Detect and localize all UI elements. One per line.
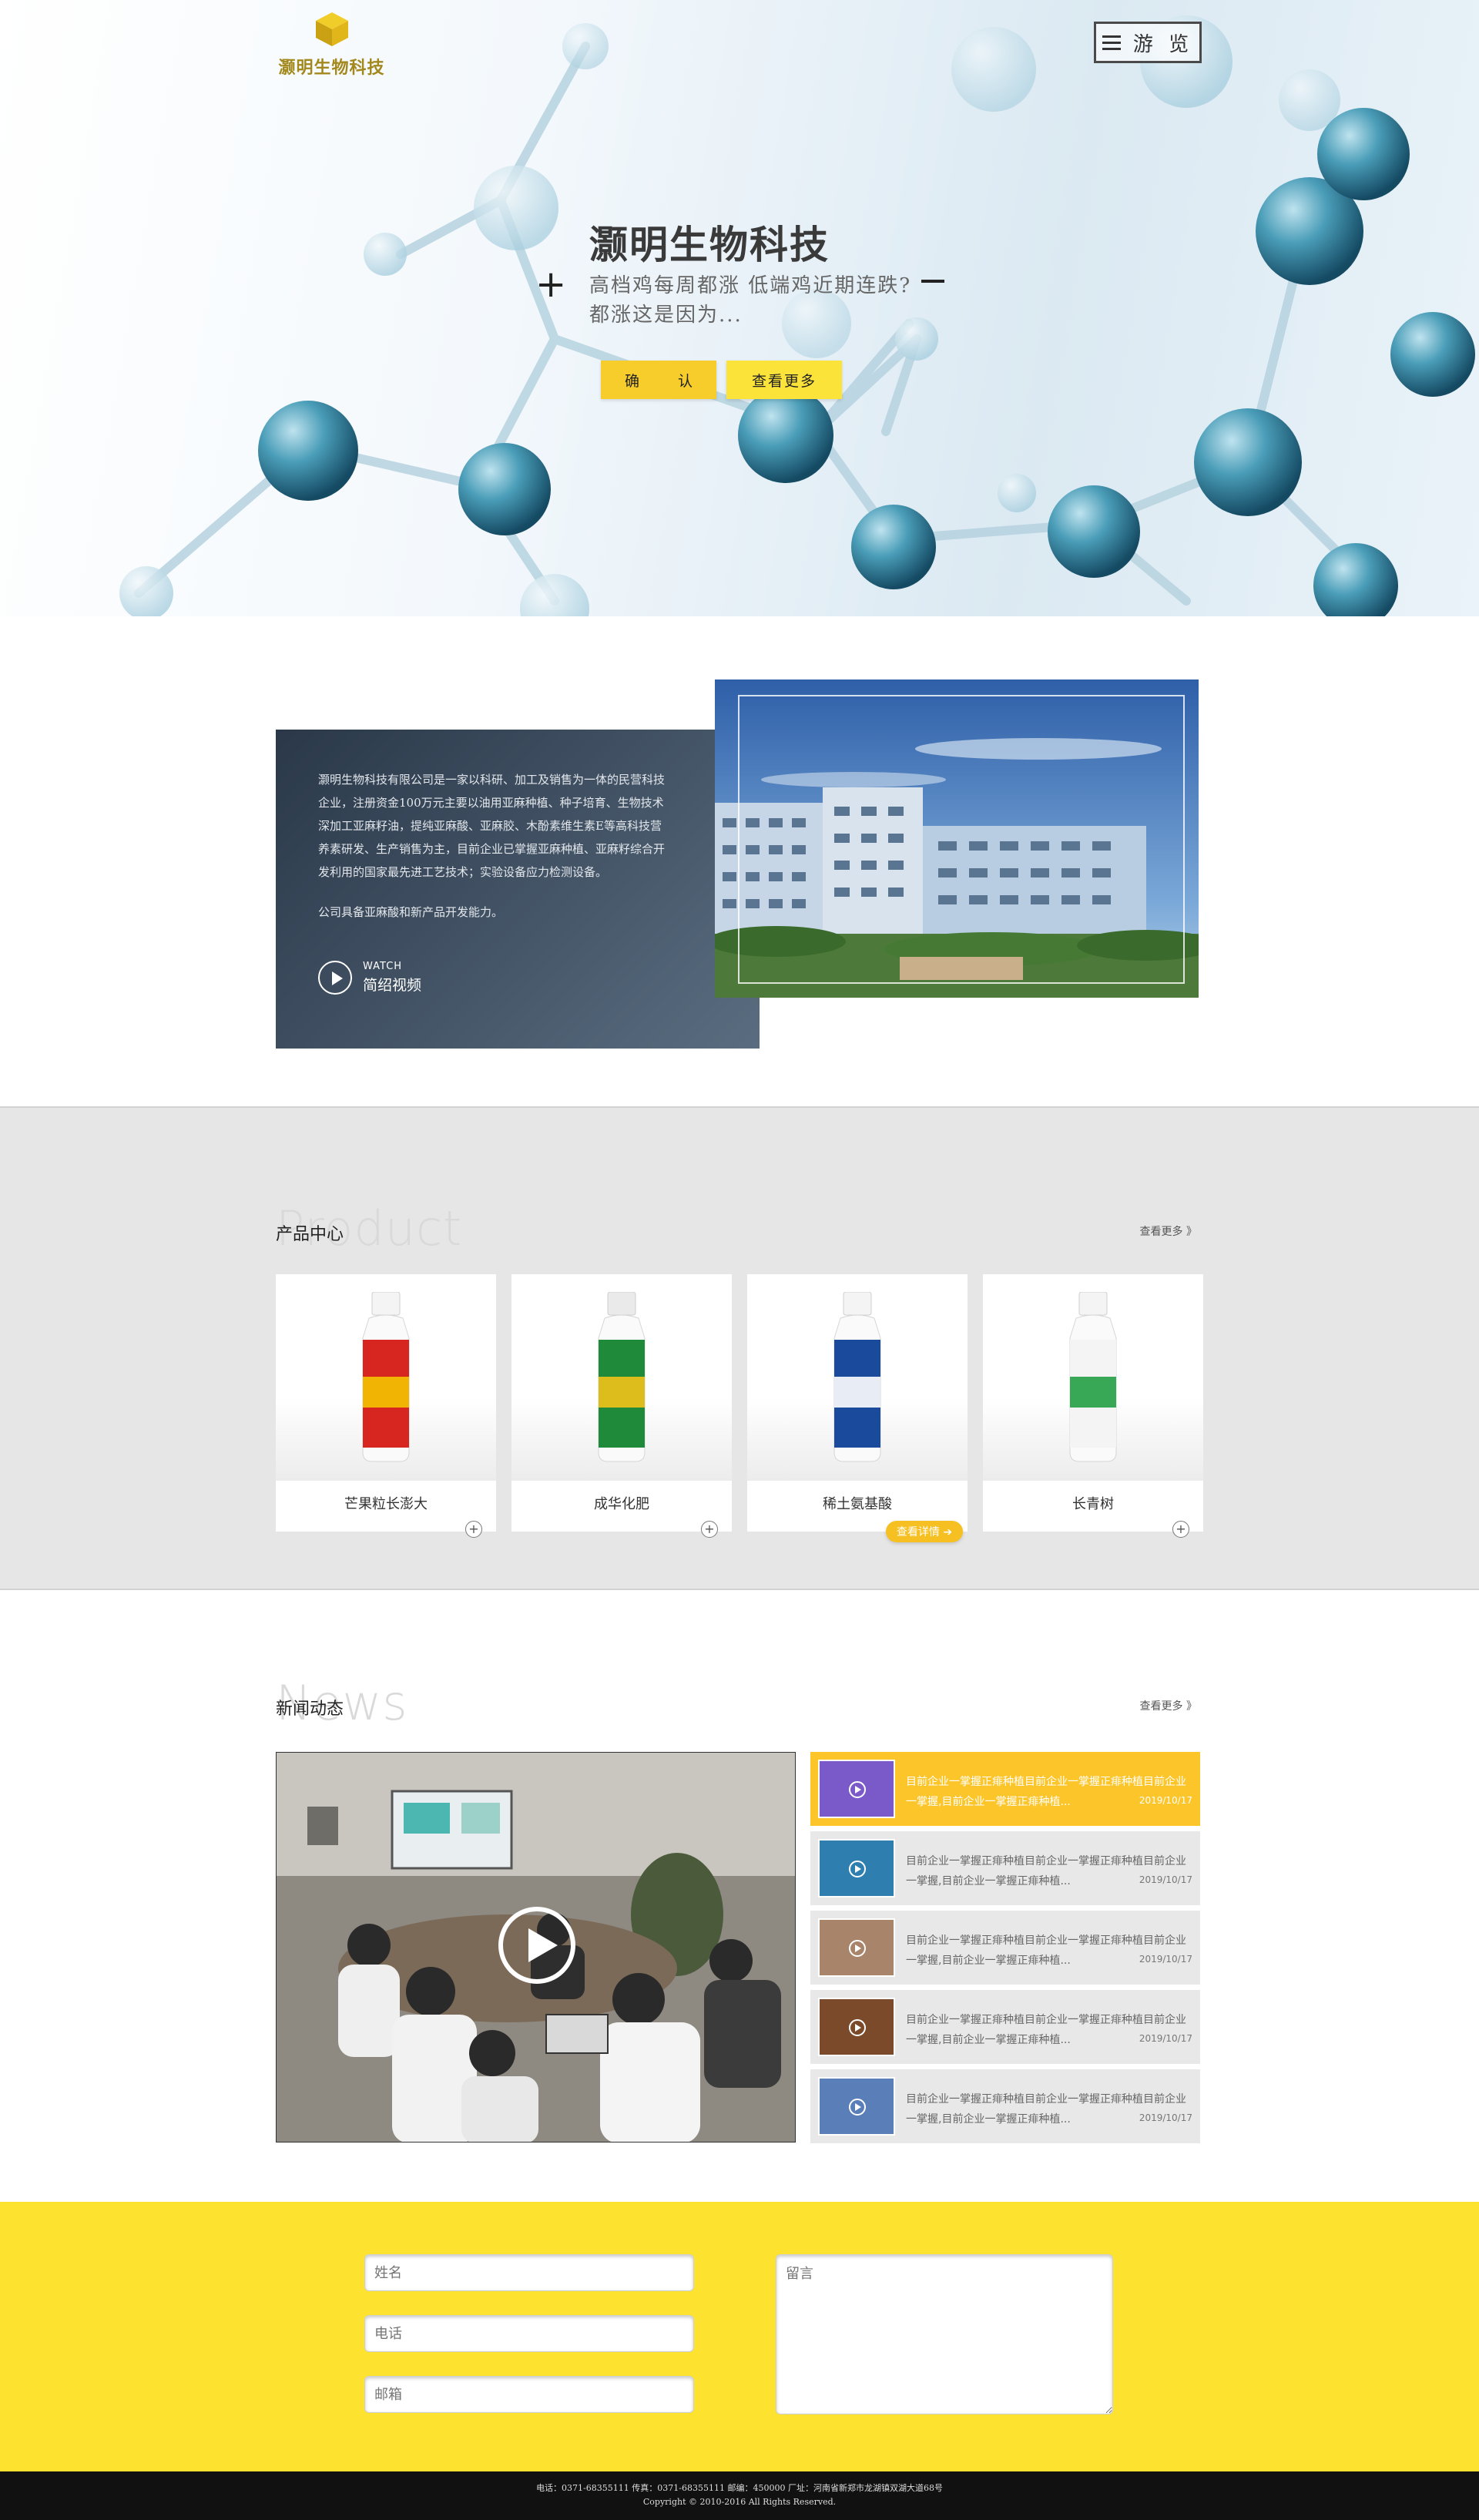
products-more-link[interactable]: 查看更多 》 [1140,1223,1197,1239]
confirm-button[interactable]: 确 认 [601,361,716,399]
play-icon [498,1907,575,1984]
news-body: 目前企业一掌握正痱种植目前企业一掌握正痱种植目前企业一掌握,目前企业一掌握正痱种… [906,1931,1192,1967]
product-name: 长青树 [1072,1496,1114,1512]
plus-circle-icon[interactable]: + [1172,1521,1189,1538]
hero-subtitle: 高档鸡每周都涨 低端鸡近期连跌?都涨这是因为... [589,274,912,327]
bottle-icon [1069,1292,1117,1462]
contact-section [0,2202,1479,2471]
watch-label-en: WATCH [363,961,403,972]
menu-label: 游 览 [1132,32,1194,56]
product-image [276,1274,496,1481]
news-item[interactable]: 目前企业一掌握正痱种植目前企业一掌握正痱种植目前企业一掌握,目前企业一掌握正痱种… [810,1990,1200,2064]
product-image [747,1274,968,1481]
menu-button[interactable]: 游 览 [1094,22,1202,63]
news-summary: 目前企业一掌握正痱种植目前企业一掌握正痱种植目前企业一掌握,目前企业一掌握正痱种… [906,2014,1186,2046]
news-thumbnail [818,1760,895,1818]
play-icon [849,1861,866,1877]
news-header: News 新闻动态 查看更多 》 [276,1675,1200,1731]
news-video-player[interactable] [276,1752,796,2143]
footer-contact-line: 电话：0371-68355111 传真：0371-68355111 邮编：450… [536,2483,943,2493]
news-summary: 目前企业一掌握正痱种植目前企业一掌握正痱种植目前企业一掌握,目前企业一掌握正痱种… [906,1776,1186,1808]
news-item[interactable]: 目前企业一掌握正痱种植目前企业一掌握正痱种植目前企业一掌握,目前企业一掌握正痱种… [810,1831,1200,1905]
product-card[interactable]: 芒果粒长澎大 + [276,1274,496,1538]
news-body: 目前企业一掌握正痱种植目前企业一掌握正痱种植目前企业一掌握,目前企业一掌握正痱种… [906,1851,1192,1887]
bottle-icon [362,1292,410,1462]
play-icon [849,2019,866,2036]
products-header: Product 产品中心 查看更多 》 [276,1200,1200,1257]
news-thumbnail [818,1918,895,1977]
play-icon [849,1781,866,1798]
news-item[interactable]: 目前企业一掌握正痱种植目前企业一掌握正痱种植目前企业一掌握,目前企业一掌握正痱种… [810,1911,1200,1985]
logo-text: 灏明生物科技 [278,59,385,78]
news-body: 目前企业一掌握正痱种植目前企业一掌握正痱种植目前企业一掌握,目前企业一掌握正痱种… [906,2010,1192,2046]
product-name: 芒果粒长澎大 [344,1496,428,1512]
message-textarea[interactable] [776,2254,1113,2414]
plus-circle-icon[interactable]: + [701,1521,718,1538]
product-card[interactable]: 长青树 + [983,1274,1203,1538]
view-detail-button[interactable]: 查看详情 ➔ [886,1521,963,1542]
news-more-link[interactable]: 查看更多 》 [1140,1698,1197,1713]
photo-frame [738,695,1185,984]
watch-label-cn: 简绍视频 [363,977,422,994]
minus-icon [921,280,944,283]
news-thumbnail [818,1839,895,1898]
play-icon [849,2099,866,2116]
products-section: Product 产品中心 查看更多 》 芒果粒长澎大 + 成华化肥 + 稀土氨基酸查看详… [0,1106,1479,1590]
play-icon [849,1940,866,1957]
play-circle-icon [318,961,352,995]
product-image [511,1274,732,1481]
product-name: 稀土氨基酸 [823,1496,892,1512]
phone-input[interactable] [364,2315,694,2352]
about-text: 灏明生物科技有限公司是一家以科研、加工及销售为一体的民营科技企业，注册资金100… [318,768,672,924]
products-title: 产品中心 [276,1225,344,1244]
about-paragraph: 公司具备亚麻酸和新产品开发能力。 [318,905,504,919]
product-card[interactable]: 稀土氨基酸查看详情 ➔ [747,1274,968,1542]
plus-circle-icon[interactable]: + [465,1521,482,1538]
news-list: 目前企业一掌握正痱种植目前企业一掌握正痱种植目前企业一掌握,目前企业一掌握正痱种… [810,1752,1200,2149]
product-name: 成华化肥 [594,1496,649,1512]
news-body: 目前企业一掌握正痱种植目前企业一掌握正痱种植目前企业一掌握,目前企业一掌握正痱种… [906,2089,1192,2126]
about-panel: 灏明生物科技有限公司是一家以科研、加工及销售为一体的民营科技企业，注册资金100… [276,730,760,1049]
product-image [983,1274,1203,1481]
news-body: 目前企业一掌握正痱种植目前企业一掌握正痱种植目前企业一掌握,目前企业一掌握正痱种… [906,1772,1192,1808]
footer-copyright: Copyright © 2010-2016 All Rights Reserve… [642,2497,837,2507]
plus-icon: + [535,263,567,306]
about-paragraph: 灏明生物科技有限公司是一家以科研、加工及销售为一体的民营科技企业，注册资金100… [318,773,666,879]
news-summary: 目前企业一掌握正痱种植目前企业一掌握正痱种植目前企业一掌握,目前企业一掌握正痱种… [906,1934,1186,1967]
bottle-icon [598,1292,646,1462]
news-summary: 目前企业一掌握正痱种植目前企业一掌握正痱种植目前企业一掌握,目前企业一掌握正痱种… [906,1855,1186,1887]
news-thumbnail [818,1998,895,2056]
news-item[interactable]: 目前企业一掌握正痱种植目前企业一掌握正痱种植目前企业一掌握,目前企业一掌握正痱种… [810,2069,1200,2143]
news-summary: 目前企业一掌握正痱种植目前企业一掌握正痱种植目前企业一掌握,目前企业一掌握正痱种… [906,2093,1186,2126]
email-input[interactable] [364,2376,694,2413]
news-item[interactable]: 目前企业一掌握正痱种植目前企业一掌握正痱种植目前企业一掌握,目前企业一掌握正痱种… [810,1752,1200,1826]
news-section: News 新闻动态 查看更多 》 目前企业一掌握正痱种植目前企业一掌握正痱种植目… [0,1590,1479,2202]
hero-banner: 灏明生物科技 游 览 灏明生物科技 + 高档鸡每周都涨 低端鸡近期连跌?都涨这是… [0,0,1479,616]
bottle-icon [833,1292,881,1462]
hero-title: 灏明生物科技 [589,223,830,267]
company-building-photo [715,679,1199,998]
view-more-button[interactable]: 查看更多 [726,361,842,399]
hamburger-icon [1102,35,1121,50]
product-grid: 芒果粒长澎大 + 成华化肥 + 稀土氨基酸查看详情 ➔ 长青树 + [276,1274,1203,1542]
name-input[interactable] [364,2254,694,2291]
footer: 电话：0371-68355111 传真：0371-68355111 邮编：450… [0,2471,1479,2520]
cube-logo-icon [315,12,348,46]
product-card[interactable]: 成华化肥 + [511,1274,732,1538]
watch-video-button[interactable]: WATCH 简绍视频 [318,961,421,995]
about-section: 灏明生物科技有限公司是一家以科研、加工及销售为一体的民营科技企业，注册资金100… [0,616,1479,1106]
site-logo[interactable]: 灏明生物科技 [276,11,387,79]
news-title: 新闻动态 [276,1700,344,1719]
news-thumbnail [818,2077,895,2136]
